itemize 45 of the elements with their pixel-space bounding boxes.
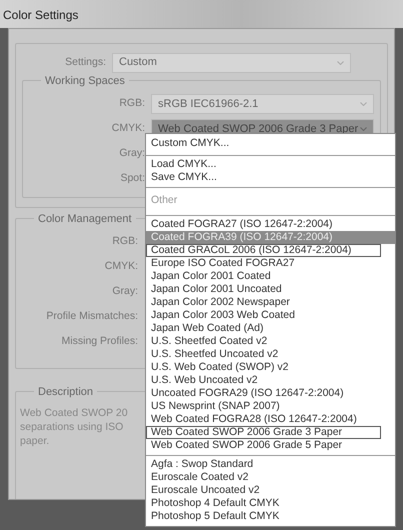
description-text: paper. <box>20 434 50 448</box>
caret-icon <box>337 60 344 64</box>
field-label: CMYK: <box>104 259 139 274</box>
menu-item[interactable]: Japan Color 2001 Uncoated <box>146 283 381 296</box>
menu-item[interactable]: Photoshop 4 Default CMYK <box>146 497 381 510</box>
field-label: Spot: <box>119 170 146 186</box>
menu-item[interactable]: Custom CMYK... <box>146 137 381 150</box>
dropdown[interactable]: Custom <box>112 52 351 72</box>
field-label: Gray: <box>111 284 139 299</box>
menu-item[interactable]: Coated GRACoL 2006 (ISO 12647-2:2004) <box>146 244 381 257</box>
menu-item[interactable]: Europe ISO Coated FOGRA27 <box>146 257 381 270</box>
menu-item[interactable]: Coated FOGRA27 (ISO 12647-2:2004) <box>146 218 381 231</box>
menu-item[interactable]: Euroscale Coated v2 <box>146 471 381 484</box>
field-label: CMYK: <box>110 120 146 136</box>
menu-item[interactable]: US Newsprint (SNAP 2007) <box>146 400 381 413</box>
field-label: Profile Mismatches: <box>45 309 139 324</box>
menu-item[interactable]: U.S. Sheetfed Uncoated v2 <box>146 348 381 361</box>
field-label: RGB: <box>118 96 146 111</box>
menu-item[interactable]: Euroscale Uncoated v2 <box>146 484 381 497</box>
menu-item[interactable]: Web Coated SWOP 2006 Grade 5 Paper <box>146 439 381 452</box>
description-text: separations using ISO <box>20 420 124 434</box>
menu-item[interactable]: Japan Color 2001 Coated <box>146 270 381 283</box>
menu-item[interactable]: Japan Web Coated (Ad) <box>146 322 381 335</box>
window-title: Color Settings <box>0 0 403 28</box>
caret-icon <box>360 126 367 131</box>
menu-item[interactable]: Japan Color 2002 Newspaper <box>146 296 381 309</box>
menu-item[interactable]: Save CMYK... <box>146 171 381 184</box>
menu-item[interactable]: Agfa : Swop Standard <box>146 458 381 471</box>
menu-item[interactable]: Japan Color 2003 Web Coated <box>146 309 381 322</box>
menu-item[interactable]: Web Coated SWOP 2006 Grade 3 Paper <box>146 426 381 439</box>
menu-item[interactable]: Load CMYK... <box>146 158 381 171</box>
menu-item: Other <box>150 194 178 207</box>
menu-item[interactable]: Photoshop 5 Default CMYK <box>146 510 381 523</box>
field-label: Gray: <box>118 146 146 161</box>
field-label: RGB: <box>111 234 139 249</box>
menu-item[interactable]: Web Coated FOGRA28 (ISO 12647-2:2004) <box>146 413 381 426</box>
menu-item[interactable]: Uncoated FOGRA29 (ISO 12647-2:2004) <box>146 387 381 400</box>
menu-item[interactable]: U.S. Web Coated (SWOP) v2 <box>146 361 381 374</box>
field-label: Missing Profiles: <box>60 334 139 349</box>
field-label: Settings: <box>64 54 107 70</box>
menu-item[interactable]: U.S. Sheetfed Coated v2 <box>146 335 381 348</box>
caret-icon <box>360 102 367 106</box>
menu-item[interactable]: U.S. Web Uncoated v2 <box>146 374 381 387</box>
description-text: Web Coated SWOP 20 <box>20 406 129 420</box>
dropdown[interactable]: sRGB IEC61966-2.1 <box>151 94 374 114</box>
